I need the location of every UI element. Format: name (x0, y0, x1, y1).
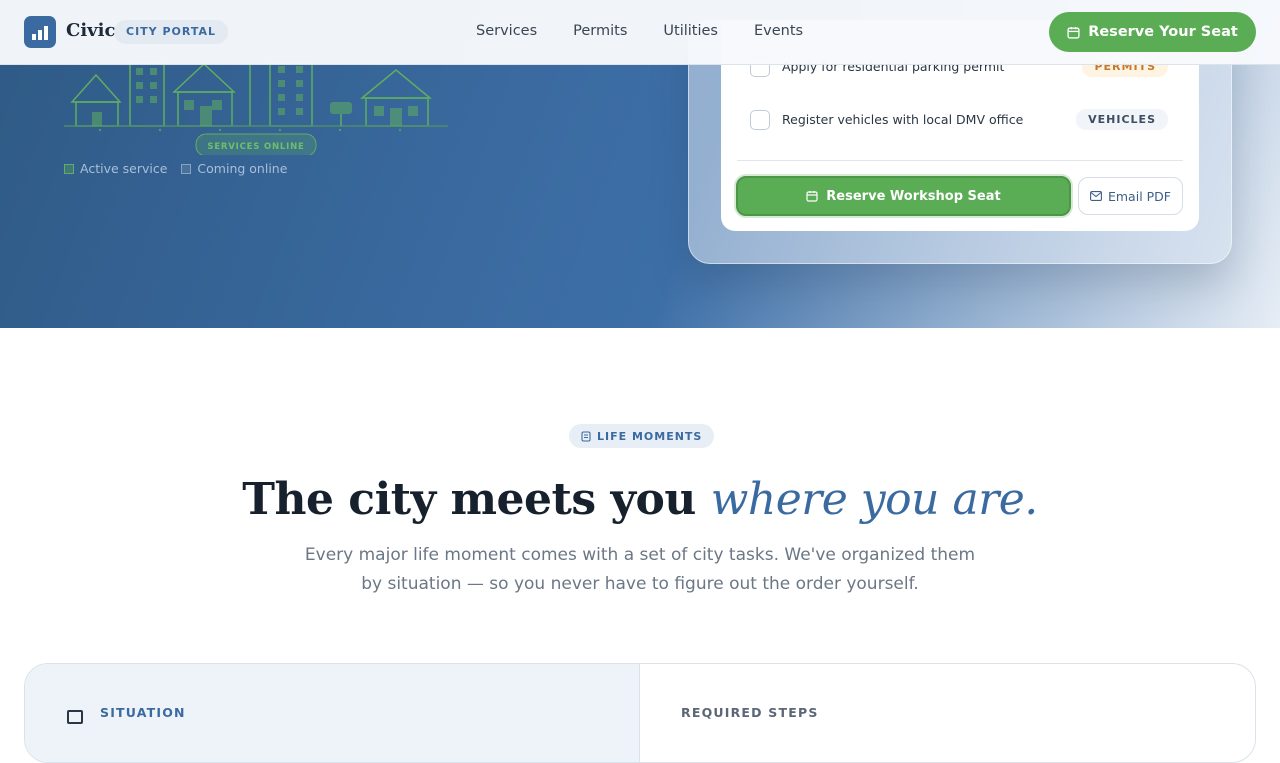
headline-accent: where you are. (710, 474, 1039, 525)
eyebrow-label: LIFE MOMENTS (597, 429, 703, 443)
section-subtext: Every major life moment comes with a set… (304, 545, 976, 594)
email-pdf-label: Email PDF (1107, 188, 1171, 204)
reserve-workshop-seat-button[interactable]: Reserve Workshop Seat (736, 176, 1071, 216)
situation-label: SITUATION (100, 705, 186, 720)
nav-link-utilities[interactable]: Utilities (663, 23, 718, 39)
civic-logo-icon[interactable] (24, 16, 56, 48)
active-swatch-icon (64, 163, 74, 174)
task-checkbox[interactable] (750, 109, 770, 130)
situation-icon (67, 710, 83, 724)
task-label: Register vehicles with local DMV office (782, 112, 1024, 127)
inactive-swatch-icon (181, 163, 192, 174)
section-headline: The city meets you where you are. (0, 474, 1280, 525)
nav-link-permits[interactable]: Permits (573, 23, 627, 39)
task-row-register-vehicles[interactable]: Register vehicles with local DMV office … (750, 109, 1168, 130)
document-icon (581, 430, 591, 442)
reserve-workshop-label: Reserve Workshop Seat (826, 188, 1001, 204)
brand-name[interactable]: Civic (66, 20, 115, 41)
nav-link-events[interactable]: Events (754, 23, 803, 39)
reserve-your-seat-button[interactable]: Reserve Your Seat (1049, 12, 1256, 52)
mail-icon (1090, 191, 1102, 201)
headline-main: The city meets you (242, 474, 696, 525)
legend-item-active: Active service (64, 161, 167, 176)
legend-item-coming: Coming online (181, 161, 287, 176)
required-steps-label: REQUIRED STEPS (681, 705, 819, 720)
calendar-icon (806, 191, 818, 202)
reserve-your-seat-label: Reserve Your Seat (1088, 24, 1238, 40)
card-divider (737, 160, 1183, 161)
city-portal-badge: CITY PORTAL (114, 20, 229, 44)
nav-link-services[interactable]: Services (476, 23, 537, 39)
legend-label: Active service (80, 161, 168, 176)
email-pdf-button[interactable]: Email PDF (1078, 177, 1183, 215)
life-moments-eyebrow: LIFE MOMENTS (569, 424, 715, 448)
life-moments-panel: SITUATION REQUIRED STEPS (24, 663, 1256, 763)
skyline-status-label: SERVICES ONLINE (207, 142, 304, 152)
legend-label: Coming online (197, 161, 288, 176)
skyline-legend: Active service Coming online (64, 161, 287, 176)
top-navigation: Civic CITY PORTAL Services Permits Utili… (0, 0, 1280, 65)
calendar-icon (1067, 26, 1080, 39)
nav-links: Services Permits Utilities Events (476, 23, 803, 39)
task-tag-vehicles: VEHICLES (1076, 109, 1168, 130)
